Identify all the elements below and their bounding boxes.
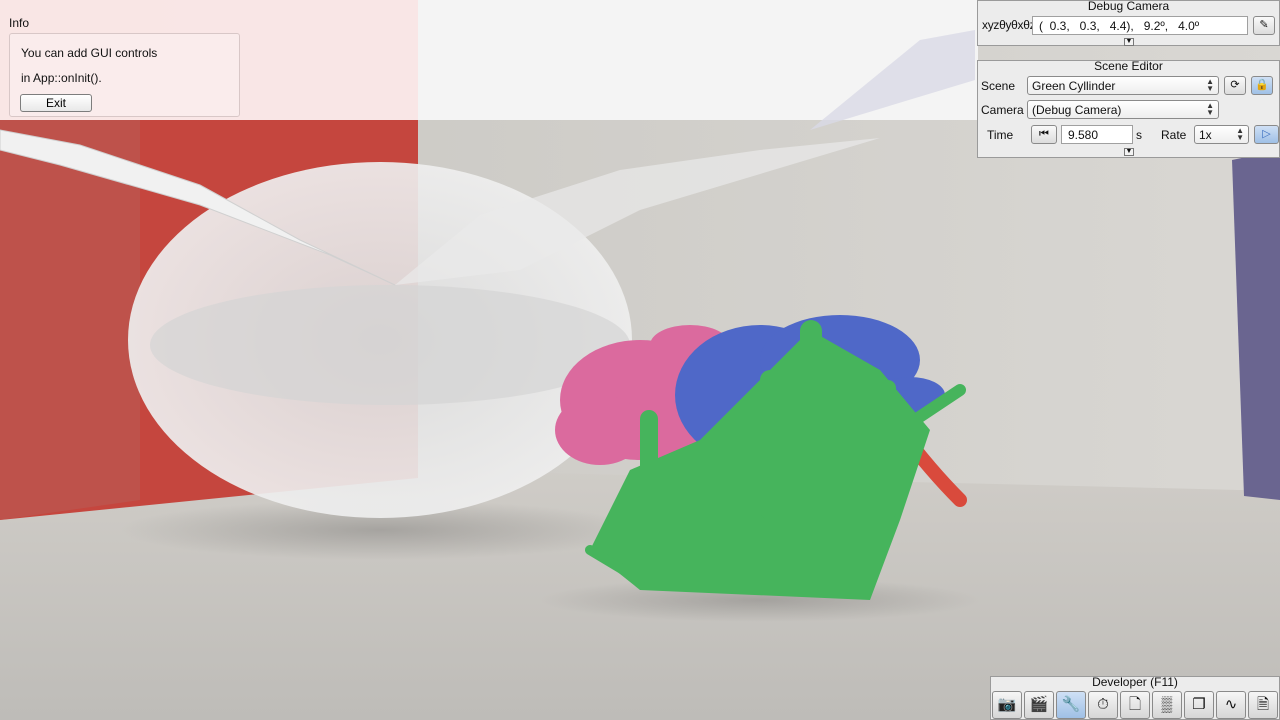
rewind-icon: ⏮	[1039, 128, 1049, 140]
camera-frame-field[interactable]: ( 0.3, 0.3, 4.4), 9.2º, 4.0º	[1032, 16, 1248, 35]
copy-frame-button[interactable]: ✎	[1253, 16, 1275, 35]
collapse-arrow-icon[interactable]: ▼	[1124, 148, 1134, 156]
scene-select[interactable]: Green Cyllinder ▲ ▼	[1027, 76, 1219, 95]
log-button[interactable]: 🗎	[1248, 691, 1278, 719]
document-icon: 🗎	[1256, 696, 1270, 713]
info-panel: Info You can add GUI controls in App::on…	[0, 0, 418, 120]
rate-select[interactable]: 1x ▲ ▼	[1194, 125, 1249, 144]
lock-icon: 🔒	[1255, 79, 1269, 91]
select-arrows-icon: ▲ ▼	[1236, 126, 1244, 142]
profiler-icon: ∿	[1224, 696, 1238, 713]
camera-label: Camera	[981, 103, 1024, 117]
play-icon: ▷	[1262, 128, 1271, 140]
tools-icon: 🔧	[1061, 696, 1081, 713]
windows-icon: ❐	[1192, 696, 1206, 713]
console-button[interactable]: ▒	[1152, 691, 1182, 719]
reload-icon: ⟳	[1230, 79, 1240, 91]
debug-camera-window: Debug Camera xyzθyθxθz ( 0.3, 0.3, 4.4),…	[977, 0, 1280, 46]
camera-select-value: (Debug Camera)	[1032, 103, 1122, 117]
new-window-button[interactable]: 🗋	[1120, 691, 1150, 719]
time-unit: s	[1136, 128, 1142, 142]
clapperboard-icon: 🎬	[1029, 696, 1049, 713]
camera-frame-label: xyzθyθxθz	[982, 18, 1036, 32]
lock-button[interactable]: 🔒	[1251, 76, 1273, 95]
reset-time-button[interactable]: ⏮	[1031, 125, 1057, 144]
info-title: Info	[9, 16, 30, 30]
scene-editor-title[interactable]: Scene Editor	[978, 59, 1279, 73]
screenshot-button[interactable]: 📷	[992, 691, 1022, 719]
windows-button[interactable]: ❐	[1184, 691, 1214, 719]
clock-icon: ⏱	[1097, 696, 1109, 713]
info-box: You can add GUI controls in App::onInit(…	[9, 33, 240, 117]
profiler-button[interactable]: ∿	[1216, 691, 1246, 719]
reload-scene-button[interactable]: ⟳	[1224, 76, 1246, 95]
scene-select-value: Green Cyllinder	[1032, 79, 1116, 93]
camera-select[interactable]: (Debug Camera) ▲ ▼	[1027, 100, 1219, 119]
sphere-inner-rim	[150, 285, 630, 405]
video-record-button[interactable]: 🎬	[1024, 691, 1054, 719]
exit-button[interactable]: Exit	[20, 94, 92, 112]
developer-window: Developer (F11) 📷 🎬 🔧 ⏱ 🗋 ▒ ❐ ∿ 🗎	[990, 675, 1280, 720]
new-window-icon: 🗋	[1128, 696, 1142, 713]
scene-editor-window: Scene Editor Scene Green Cyllinder ▲ ▼ ⟳ …	[977, 59, 1280, 158]
info-line-1: You can add GUI controls	[21, 46, 158, 60]
developer-title[interactable]: Developer (F11)	[991, 675, 1279, 689]
debug-camera-title[interactable]: Debug Camera	[978, 0, 1279, 13]
time-field[interactable]: 9.580	[1061, 125, 1133, 144]
play-button[interactable]: ▷	[1254, 125, 1279, 144]
select-arrows-icon: ▲ ▼	[1206, 101, 1214, 117]
info-line-2: in App::onInit().	[21, 71, 102, 85]
developer-tools-button[interactable]: 🔧	[1056, 691, 1086, 719]
terminal-icon: ▒	[1161, 696, 1173, 713]
scene-label: Scene	[981, 79, 1016, 93]
rate-select-value: 1x	[1199, 128, 1212, 142]
time-label: Time	[987, 128, 1014, 142]
select-arrows-icon: ▲ ▼	[1206, 77, 1214, 93]
rate-label: Rate	[1161, 128, 1187, 142]
collapse-arrow-icon[interactable]: ▼	[1124, 38, 1134, 46]
time-control-button[interactable]: ⏱	[1088, 691, 1118, 719]
camera-icon: 📷	[997, 696, 1017, 713]
pencil-copy-icon: ✎	[1259, 19, 1269, 31]
